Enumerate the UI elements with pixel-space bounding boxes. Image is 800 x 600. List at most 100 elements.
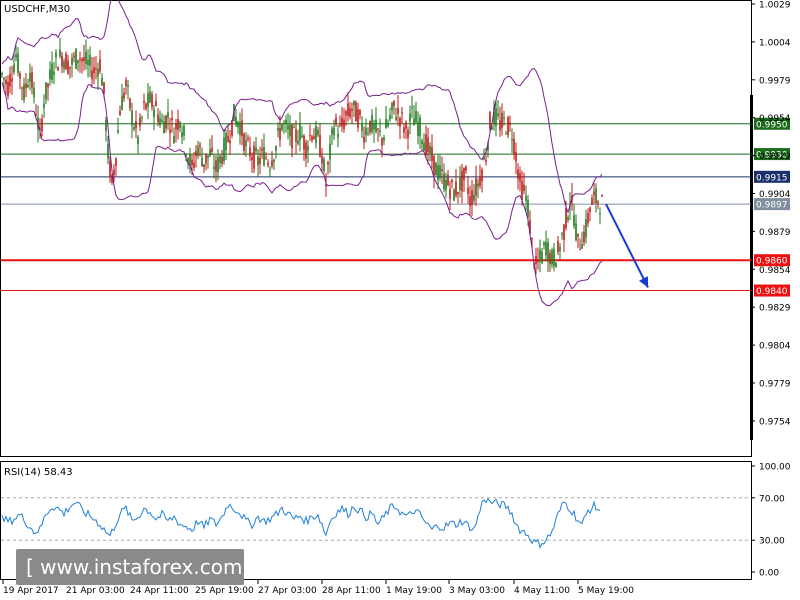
candle-body <box>209 149 211 156</box>
candle-body <box>563 224 565 240</box>
candle-body <box>385 118 387 129</box>
candle-body <box>15 54 17 58</box>
candle-body <box>223 137 225 162</box>
candle-body <box>329 143 331 160</box>
candle-body <box>145 103 147 109</box>
candle-body <box>159 118 161 125</box>
candle-body <box>265 157 267 159</box>
candle-body <box>467 187 469 194</box>
candle-body <box>49 69 51 80</box>
candle-body <box>99 59 101 72</box>
candle-body <box>213 166 215 170</box>
candle-body <box>191 159 193 166</box>
candle-body <box>5 79 7 85</box>
candle-body <box>129 98 131 109</box>
candle-body <box>463 167 465 181</box>
candle-body <box>307 146 309 151</box>
candle-body <box>321 156 323 164</box>
candle-body <box>121 95 123 111</box>
candle-body <box>19 73 21 79</box>
candle-body <box>107 144 109 159</box>
candle-body <box>565 208 567 229</box>
candle-body <box>41 118 43 132</box>
candle-body <box>397 107 399 114</box>
candle-body <box>451 179 453 183</box>
candle-body <box>555 262 557 268</box>
candle-body <box>429 145 431 154</box>
candle-body <box>141 117 143 119</box>
candle-body <box>519 173 521 182</box>
rsi-tick-label: 30.00 <box>759 537 785 547</box>
candle-body <box>87 60 89 66</box>
candle-body <box>431 147 433 161</box>
candle-body <box>319 135 321 157</box>
candle-body <box>461 170 463 192</box>
candle-body <box>359 110 361 116</box>
rsi-tick-label: 100.00 <box>759 463 791 473</box>
candle-body <box>427 137 429 153</box>
candle-body <box>127 85 129 87</box>
time-tick-label: 4 May 11:00 <box>514 586 570 596</box>
candle-body <box>527 199 529 218</box>
candle-body <box>103 82 105 94</box>
candle-body <box>253 145 255 169</box>
candle-body <box>131 110 133 126</box>
candle-body <box>513 138 515 155</box>
candle-body <box>585 219 587 238</box>
candle-body <box>85 51 87 65</box>
candle-body <box>47 83 49 88</box>
price-tick-label: 0.9779 <box>759 380 791 390</box>
candle-body <box>419 117 421 137</box>
candle-body <box>511 139 513 141</box>
candle-body <box>433 155 435 176</box>
candle-body <box>25 83 27 89</box>
candle-body <box>579 248 581 250</box>
candle-body <box>441 169 443 172</box>
candle-body <box>475 178 477 196</box>
candle-body <box>393 100 395 107</box>
candle-body <box>303 135 305 150</box>
candle-body <box>471 190 473 206</box>
candle-body <box>285 119 287 124</box>
candle-body <box>73 55 75 58</box>
candle-body <box>373 123 375 130</box>
candle-body <box>139 117 141 127</box>
price-tick-label: 0.9754 <box>759 417 791 427</box>
candle-body <box>261 148 263 151</box>
price-tick-label: 0.9954 <box>759 114 791 124</box>
candle-body <box>495 108 497 126</box>
candle-body <box>33 87 35 98</box>
candle-body <box>45 82 47 100</box>
candle-body <box>523 184 525 191</box>
candle-body <box>147 93 149 107</box>
price-tick-label: 0.9929 <box>759 152 791 162</box>
candle-body <box>423 142 425 151</box>
candle-body <box>531 237 533 240</box>
candle-body <box>143 100 145 103</box>
candle-body <box>21 87 23 89</box>
candle-body <box>599 213 601 215</box>
candle-body <box>23 84 25 100</box>
candle-body <box>361 123 363 132</box>
candle-body <box>281 124 283 130</box>
candle-body <box>119 110 121 116</box>
candle-body <box>449 188 451 199</box>
candle-body <box>77 60 79 64</box>
candle-body <box>543 242 545 246</box>
candle-body <box>357 109 359 128</box>
candle-body <box>69 66 71 69</box>
candle-body <box>249 147 251 157</box>
candle-body <box>217 157 219 173</box>
candle-body <box>221 156 223 165</box>
candle-body <box>61 55 63 67</box>
time-tick-label: 19 Apr 2017 <box>3 586 59 596</box>
candle-body <box>567 216 569 221</box>
candle-body <box>135 121 137 129</box>
candle-body <box>27 84 29 88</box>
candle-body <box>101 77 103 86</box>
watermark-logo: [ www.instaforex.com ] <box>16 549 244 585</box>
time-tick-label: 28 Apr 11:00 <box>322 586 381 596</box>
price-tick-label: 0.9804 <box>759 342 791 352</box>
candle-body <box>331 128 333 135</box>
candle-body <box>401 112 403 114</box>
